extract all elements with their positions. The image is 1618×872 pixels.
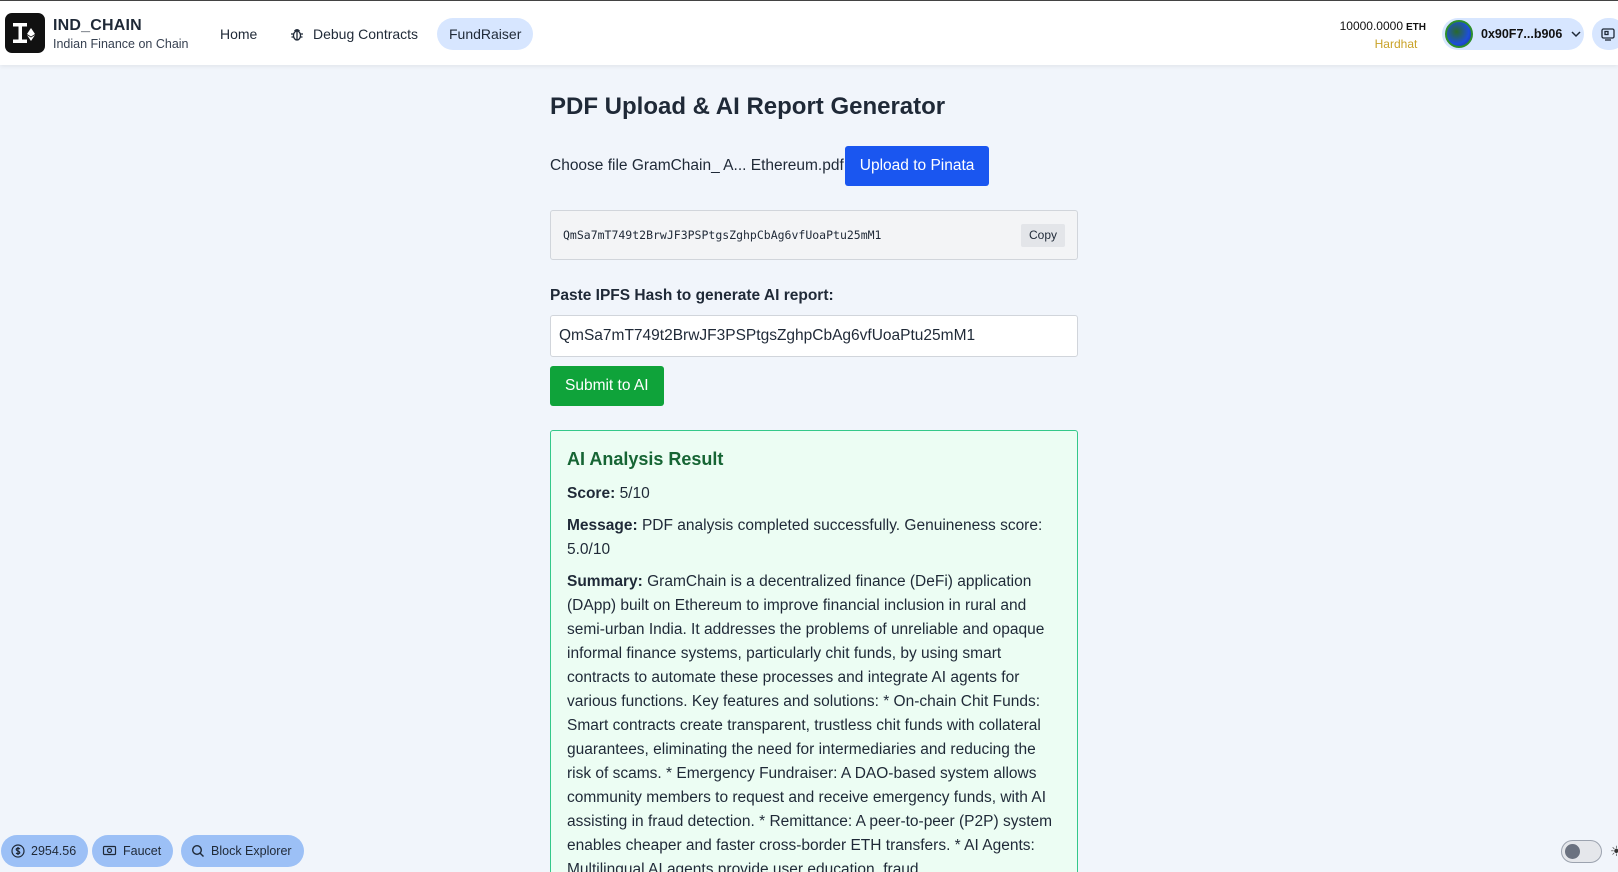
eth-price-value: 2954.56 bbox=[31, 844, 77, 858]
dollar-icon bbox=[11, 844, 25, 858]
result-title: AI Analysis Result bbox=[567, 449, 724, 469]
block-explorer-button[interactable]: Block Explorer bbox=[181, 835, 304, 867]
chevron-down-icon bbox=[1571, 31, 1581, 38]
avatar bbox=[1445, 20, 1473, 48]
balance-unit: ETH bbox=[1406, 22, 1426, 33]
message-value: PDF analysis completed successfully. Gen… bbox=[567, 517, 1043, 558]
sun-icon: ☀ bbox=[1610, 843, 1618, 859]
nav-fundraiser[interactable]: FundRaiser bbox=[437, 18, 534, 50]
score-value: 5/10 bbox=[619, 485, 650, 502]
bug-icon bbox=[291, 29, 303, 41]
account-address: 0x90F7...b906 bbox=[1481, 27, 1563, 41]
qr-code-icon bbox=[1601, 28, 1615, 41]
nav-debug-label: Debug Contracts bbox=[313, 26, 419, 42]
file-upload-row: Choose file GramChain_ A... Ethereum.pdf… bbox=[550, 146, 990, 186]
faucet-label: Faucet bbox=[123, 844, 162, 858]
banknote-icon bbox=[102, 845, 117, 856]
toggle-knob bbox=[1565, 844, 1580, 859]
submit-to-ai-button[interactable]: Submit to AI bbox=[550, 366, 664, 406]
brand-title[interactable]: IND_CHAIN bbox=[53, 17, 142, 35]
message-label: Message: bbox=[567, 517, 638, 534]
block-explorer-label: Block Explorer bbox=[211, 844, 292, 858]
summary-line: Summary: GramChain is a decentralized fi… bbox=[567, 570, 1061, 872]
faucet-button[interactable]: Faucet bbox=[92, 835, 174, 867]
nav-home[interactable]: Home bbox=[208, 18, 269, 50]
message-line: Message: PDF analysis completed successf… bbox=[567, 514, 1061, 562]
nav-fundraiser-label: FundRaiser bbox=[449, 26, 522, 42]
theme-toggle[interactable] bbox=[1561, 840, 1602, 863]
search-icon bbox=[191, 844, 204, 857]
brand-subtitle: Indian Finance on Chain bbox=[53, 37, 189, 51]
summary-value: GramChain is a decentralized finance (De… bbox=[567, 573, 1053, 872]
ipfs-hash-text: QmSa7mT749t2BrwJF3PSPtgsZghpCbAg6vfUoaPt… bbox=[563, 228, 882, 242]
ai-result-panel: AI Analysis Result Score: 5/10 Message: … bbox=[550, 430, 1078, 872]
copy-button[interactable]: Copy bbox=[1021, 223, 1065, 247]
qr-code-button[interactable] bbox=[1592, 18, 1618, 50]
score-label: Score: bbox=[567, 485, 616, 502]
page-title: PDF Upload & AI Report Generator bbox=[550, 93, 946, 120]
score-line: Score: 5/10 bbox=[567, 482, 1061, 506]
eth-balance: 10000.0000 ETH bbox=[1336, 19, 1426, 33]
nav-debug-contracts[interactable]: Debug Contracts bbox=[277, 18, 430, 50]
file-chooser[interactable]: Choose file GramChain_ A... Ethereum.pdf bbox=[550, 157, 844, 175]
balance-value: 10000.0000 bbox=[1339, 19, 1403, 33]
account-dropdown[interactable]: 0x90F7...b906 bbox=[1442, 18, 1584, 50]
nav-home-label: Home bbox=[220, 26, 258, 42]
eth-price-badge[interactable]: 2954.56 bbox=[1, 835, 89, 867]
ipfs-hash-display: QmSa7mT749t2BrwJF3PSPtgsZghpCbAg6vfUoaPt… bbox=[550, 210, 1078, 260]
summary-label: Summary: bbox=[567, 573, 643, 590]
logo-icon[interactable] bbox=[5, 13, 45, 53]
ipfs-hash-input[interactable] bbox=[550, 315, 1078, 357]
network-name: Hardhat bbox=[1374, 37, 1418, 51]
paste-hash-label: Paste IPFS Hash to generate AI report: bbox=[550, 287, 834, 304]
top-navbar: IND_CHAIN Indian Finance on Chain Home D… bbox=[0, 1, 1618, 65]
upload-to-pinata-button[interactable]: Upload to Pinata bbox=[844, 146, 990, 186]
